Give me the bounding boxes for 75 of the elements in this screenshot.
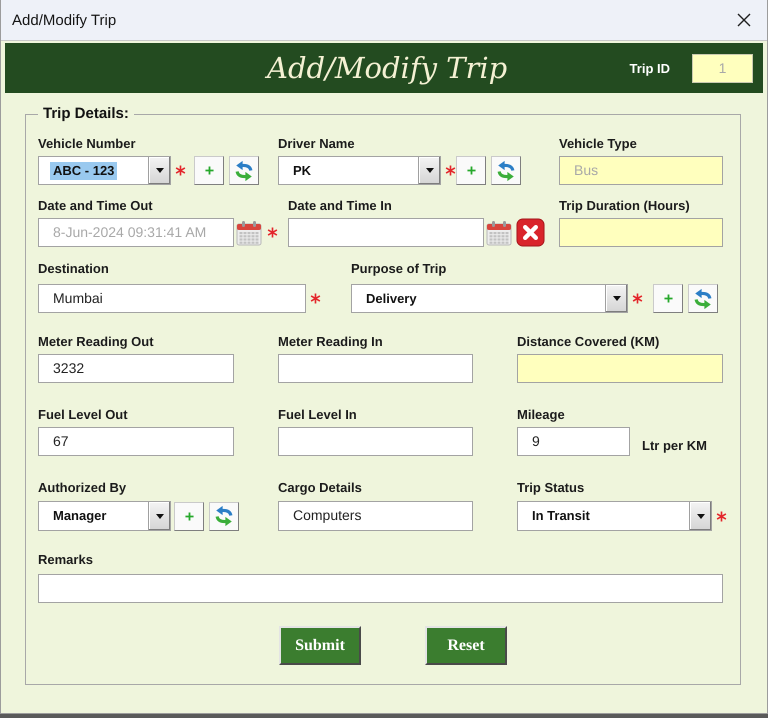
field-label: Cargo Details — [278, 480, 363, 496]
unit-label: Ltr per KM — [642, 438, 707, 454]
input-field[interactable]: 9 — [517, 427, 630, 456]
dropdown-field[interactable]: Delivery — [351, 284, 628, 313]
refresh-button[interactable] — [491, 156, 521, 185]
field-label: Distance Covered (KM) — [517, 334, 660, 350]
dropdown-field[interactable]: In Transit — [517, 501, 712, 531]
dropdown-field[interactable]: Manager — [38, 501, 171, 531]
refresh-icon — [495, 160, 517, 182]
input-field[interactable] — [559, 218, 723, 247]
caret-icon — [612, 296, 620, 301]
input-field[interactable] — [517, 354, 723, 383]
dropdown-value: ABC - 123 — [50, 162, 118, 180]
add-button[interactable] — [653, 284, 683, 313]
field-label: Vehicle Number — [38, 136, 137, 152]
dropdown-value: Delivery — [366, 290, 417, 306]
field-label: Meter Reading Out — [38, 334, 155, 350]
add-button[interactable] — [174, 502, 204, 530]
input-field[interactable] — [278, 427, 473, 456]
plus-icon — [204, 166, 214, 175]
input-field[interactable]: 3232 — [38, 354, 234, 383]
form-title: Add/Modify Trip — [267, 50, 508, 86]
refresh-button[interactable] — [229, 156, 259, 185]
input-field[interactable] — [38, 574, 723, 603]
field-label: Trip Status — [517, 480, 586, 496]
caret-icon — [426, 168, 434, 173]
field-label: Date and Time Out — [38, 198, 154, 214]
dropdown-button[interactable] — [689, 502, 711, 530]
add-button[interactable] — [194, 156, 224, 185]
plus-icon — [664, 294, 672, 303]
input-field[interactable]: 67 — [38, 427, 234, 456]
group-title: Trip Details: — [42, 105, 130, 123]
field-label: Remarks — [38, 552, 94, 568]
add-button[interactable] — [456, 156, 486, 185]
input-field[interactable]: Mumbai — [38, 284, 306, 313]
field-label: Fuel Level Out — [38, 407, 129, 423]
dropdown-value: In Transit — [532, 508, 590, 524]
refresh-icon — [692, 288, 714, 310]
input-field[interactable] — [288, 218, 484, 247]
refresh-button[interactable] — [688, 284, 718, 313]
dropdown-button[interactable] — [148, 157, 170, 184]
refresh-icon — [213, 505, 235, 527]
dropdown-button[interactable] — [148, 502, 170, 530]
caret-icon — [156, 514, 164, 518]
action-button[interactable]: Reset — [425, 626, 507, 665]
dropdown-button[interactable] — [418, 157, 440, 184]
dropdown-field[interactable]: PK — [278, 156, 441, 185]
plus-icon — [184, 512, 194, 520]
field-label: Vehicle Type — [559, 136, 638, 152]
caret-icon — [156, 168, 164, 173]
close-icon[interactable] — [737, 13, 751, 27]
caret-icon — [696, 514, 704, 518]
input-field[interactable]: Computers — [278, 501, 473, 531]
input-field[interactable] — [278, 354, 473, 383]
field-label: Trip Duration (Hours) — [559, 198, 691, 214]
refresh-button[interactable] — [209, 502, 239, 530]
field-label: Fuel Level In — [278, 407, 358, 423]
field-label: Trip ID — [630, 60, 670, 76]
action-button[interactable]: Submit — [279, 626, 361, 665]
field-label: Authorized By — [38, 480, 128, 496]
calendar-icon[interactable] — [486, 220, 512, 246]
dropdown-button[interactable] — [605, 285, 627, 312]
field-label: Driver Name — [278, 136, 356, 152]
field-label: Mileage — [517, 407, 566, 423]
field-label: Date and Time In — [288, 198, 393, 214]
dropdown-field[interactable]: ABC - 123 — [38, 156, 171, 185]
dropdown-value: Manager — [53, 508, 106, 524]
field-label: Meter Reading In — [278, 334, 384, 350]
window-title: Add/Modify Trip — [12, 12, 116, 28]
plus-icon — [466, 166, 476, 175]
x-icon[interactable] — [516, 218, 545, 247]
dropdown-value: PK — [293, 162, 312, 178]
field-label: Purpose of Trip — [351, 261, 448, 277]
field-label: Destination — [38, 261, 110, 277]
refresh-icon — [233, 160, 255, 182]
